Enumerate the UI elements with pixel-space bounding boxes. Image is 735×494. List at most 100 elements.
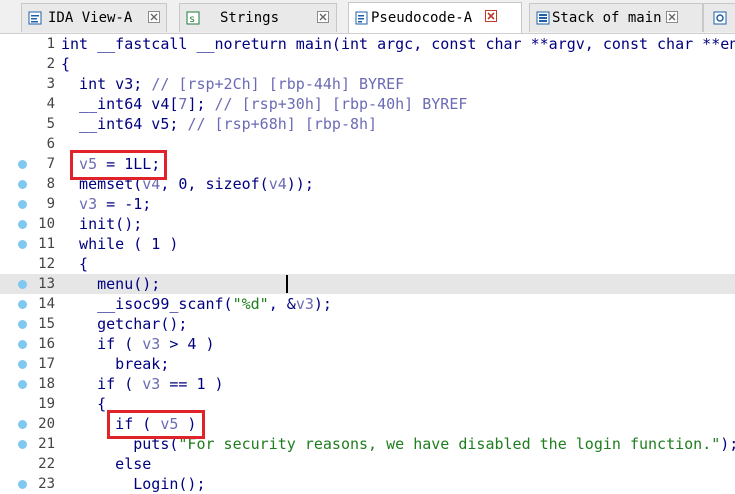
code-line[interactable]: 23 Login(); <box>0 474 735 494</box>
code-line[interactable]: 13 menu(); <box>0 274 735 294</box>
strings-icon: s <box>186 11 200 25</box>
code-token: > 4 ) <box>160 335 215 353</box>
breakpoint-dot-icon[interactable] <box>18 320 27 329</box>
annotation-box <box>107 410 205 439</box>
breakpoint-dot-icon[interactable] <box>18 380 27 389</box>
code-line[interactable]: 4 __int64 v4[7]; // [rsp+30h] [rbp-40h] … <box>0 94 735 114</box>
code-token: "For security reasons, we have disabled … <box>178 435 721 453</box>
code-token: break; <box>61 355 170 373</box>
code-line[interactable]: 14 __isoc99_scanf("%d", &v3); <box>0 294 735 314</box>
breakpoint-dot-icon[interactable] <box>18 440 27 449</box>
line-number: 12 <box>38 256 55 272</box>
code-token: ); <box>313 295 332 313</box>
tab-label: Pseudocode-A <box>371 10 473 26</box>
code-token: Login(); <box>61 475 206 493</box>
close-icon[interactable] <box>317 11 329 23</box>
breakpoint-dot-icon[interactable] <box>18 220 27 229</box>
line-number: 2 <box>46 56 55 72</box>
tab-pseudocode-a[interactable]: Pseudocode-A <box>348 2 522 33</box>
code-token: __int64 v5; <box>61 115 188 133</box>
line-number: 3 <box>46 76 55 92</box>
tab-structures[interactable] <box>703 3 735 32</box>
tab-label: Stack of main <box>552 10 662 26</box>
breakpoint-dot-icon[interactable] <box>18 340 27 349</box>
stack-icon <box>536 11 550 25</box>
code-token: int __fastcall __noreturn main(int argc,… <box>61 35 735 53</box>
code-token: v3 <box>295 295 314 313</box>
structures-icon <box>713 11 727 25</box>
code-token: )); <box>286 175 314 193</box>
line-number: 13 <box>38 276 55 292</box>
breakpoint-dot-icon[interactable] <box>18 180 27 189</box>
line-number: 9 <box>46 196 55 212</box>
line-number: 4 <box>46 96 55 112</box>
code-token: == 1 ) <box>160 375 224 393</box>
line-number: 10 <box>38 216 55 232</box>
code-line[interactable]: 9 v3 = -1; <box>0 194 735 214</box>
code-line[interactable]: 1 int __fastcall __noreturn main(int argc… <box>0 34 735 54</box>
tab-label: Strings <box>220 10 280 26</box>
code-line[interactable]: 17 break; <box>0 354 735 374</box>
pseudocode-icon <box>355 11 368 25</box>
code-token: ]; <box>187 95 215 113</box>
code-token: menu(); <box>61 275 161 293</box>
breakpoint-dot-icon[interactable] <box>18 200 27 209</box>
code-line[interactable]: 15 getchar(); <box>0 314 735 334</box>
code-text: __isoc99_scanf("%d", &v3); <box>61 294 332 314</box>
close-icon[interactable] <box>485 10 497 22</box>
line-number: 11 <box>38 236 55 252</box>
code-text: Login(); <box>61 474 206 494</box>
breakpoint-dot-icon[interactable] <box>18 300 27 309</box>
tab-label: IDA View-A <box>48 10 133 26</box>
line-number: 20 <box>38 416 55 432</box>
code-line[interactable]: 18 if ( v3 == 1 ) <box>0 374 735 394</box>
line-number: 5 <box>46 116 55 132</box>
close-icon[interactable] <box>666 11 678 23</box>
code-token: getchar(); <box>61 315 188 333</box>
code-text: if ( v3 == 1 ) <box>61 374 224 394</box>
code-token: __isoc99_scanf( <box>61 295 233 313</box>
code-text: getchar(); <box>61 314 187 334</box>
line-number: 22 <box>38 456 55 472</box>
code-text: { <box>61 394 106 414</box>
svg-text:s: s <box>190 14 195 25</box>
code-text: if ( v3 > 4 ) <box>61 334 215 354</box>
line-number: 23 <box>38 476 55 492</box>
breakpoint-dot-icon[interactable] <box>18 160 27 169</box>
code-line[interactable]: 12 { <box>0 254 735 274</box>
code-line[interactable]: 3 int v3; // [rsp+2Ch] [rbp-44h] BYREF <box>0 74 735 94</box>
code-text: __int64 v4[7]; // [rsp+30h] [rbp-40h] BY… <box>61 94 467 114</box>
breakpoint-dot-icon[interactable] <box>18 240 27 249</box>
line-number: 15 <box>38 316 55 332</box>
code-line[interactable]: 10 init(); <box>0 214 735 234</box>
code-token: v3 <box>142 335 161 353</box>
line-number: 14 <box>38 296 55 312</box>
line-number: 19 <box>38 396 55 412</box>
code-token: v4 <box>268 175 287 193</box>
code-text: init(); <box>61 214 142 234</box>
breakpoint-dot-icon[interactable] <box>18 420 27 429</box>
tab-strings[interactable]: s Strings <box>179 3 337 32</box>
line-number: 7 <box>46 156 55 172</box>
tab-ida-view-a[interactable]: IDA View-A <box>21 3 167 32</box>
code-line[interactable]: 5 __int64 v5; // [rsp+68h] [rbp-8h] <box>0 114 735 134</box>
line-number: 8 <box>46 176 55 192</box>
breakpoint-dot-icon[interactable] <box>18 360 27 369</box>
code-token: if ( <box>61 335 143 353</box>
text-cursor <box>286 275 288 293</box>
code-line[interactable]: 22 else <box>0 454 735 474</box>
pseudocode-view[interactable]: 1 int __fastcall __noreturn main(int argc… <box>0 34 735 494</box>
code-token: __int64 v4[ <box>61 95 179 113</box>
code-line[interactable]: 2{ <box>0 54 735 74</box>
code-token: v3 <box>142 375 161 393</box>
tab-stack-of-main[interactable]: Stack of main <box>529 3 703 32</box>
breakpoint-dot-icon[interactable] <box>18 280 27 289</box>
code-text: { <box>61 254 88 274</box>
code-token: ); <box>720 435 735 453</box>
close-icon[interactable] <box>148 11 160 23</box>
code-text: { <box>61 54 70 74</box>
code-text: break; <box>61 354 169 374</box>
code-line[interactable]: 11 while ( 1 ) <box>0 234 735 254</box>
breakpoint-dot-icon[interactable] <box>18 480 27 489</box>
code-line[interactable]: 16 if ( v3 > 4 ) <box>0 334 735 354</box>
